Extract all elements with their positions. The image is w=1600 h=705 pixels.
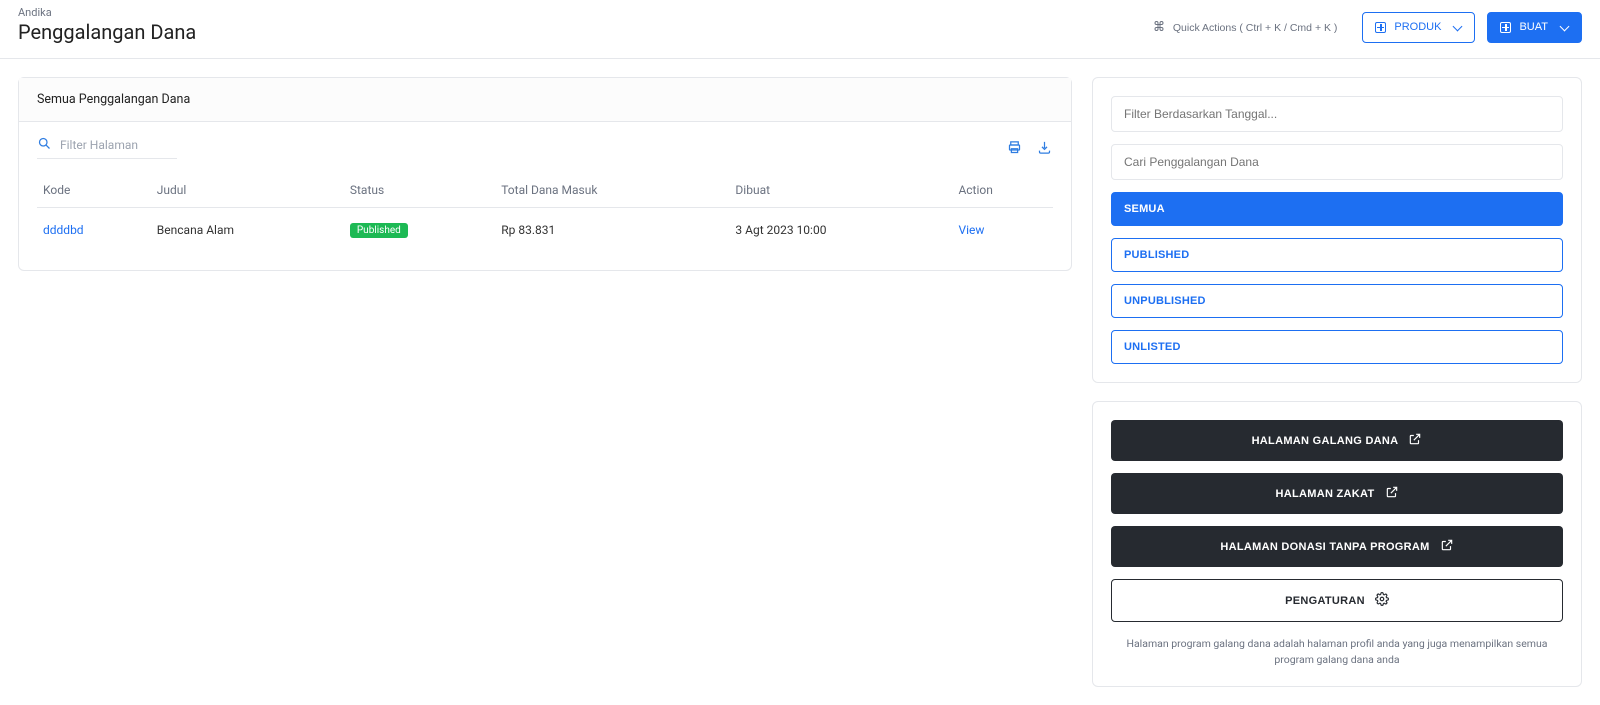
col-status: Status — [344, 173, 495, 208]
halaman-donasi-button[interactable]: HALAMAN DONASI TANPA PROGRAM — [1111, 526, 1563, 567]
halaman-galang-button[interactable]: HALAMAN GALANG DANA — [1111, 420, 1563, 461]
pengaturan-button[interactable]: PENGATURAN — [1111, 579, 1563, 622]
tab-semua[interactable]: SEMUA — [1111, 192, 1563, 226]
external-link-icon — [1408, 432, 1422, 449]
col-action: Action — [952, 173, 1053, 208]
table-row: ddddbd Bencana Alam Published Rp 83.831 … — [37, 208, 1053, 253]
filter-card: SEMUA PUBLISHED UNPUBLISHED UNLISTED — [1092, 77, 1582, 383]
halaman-zakat-button[interactable]: HALAMAN ZAKAT — [1111, 473, 1563, 514]
row-kode-link[interactable]: ddddbd — [43, 223, 84, 237]
side-hint: Halaman program galang dana adalah halam… — [1111, 636, 1563, 668]
chevron-down-icon — [1453, 23, 1462, 32]
external-link-icon — [1440, 538, 1454, 555]
col-judul: Judul — [151, 173, 344, 208]
quick-actions-button[interactable]: Quick Actions ( Ctrl + K / Cmd + K ) — [1140, 12, 1351, 43]
col-dibuat: Dibuat — [729, 173, 952, 208]
quick-actions-label: Quick Actions ( Ctrl + K / Cmd + K ) — [1173, 22, 1338, 34]
product-dropdown[interactable]: PRODUK — [1362, 12, 1475, 43]
chevron-down-icon — [1560, 23, 1569, 32]
list-card: Semua Penggalangan Dana Filter Halaman — [18, 77, 1072, 271]
tab-published[interactable]: PUBLISHED — [1111, 238, 1563, 272]
product-label: PRODUK — [1394, 22, 1441, 33]
create-label: BUAT — [1519, 22, 1548, 33]
halaman-galang-label: HALAMAN GALANG DANA — [1252, 435, 1399, 447]
gear-icon — [1375, 592, 1389, 609]
tab-unpublished[interactable]: UNPUBLISHED — [1111, 284, 1563, 318]
download-button[interactable] — [1035, 139, 1053, 157]
search-input[interactable] — [1111, 144, 1563, 180]
search-icon — [37, 136, 52, 154]
breadcrumb[interactable]: Andika — [18, 6, 196, 19]
list-card-title: Semua Penggalangan Dana — [19, 78, 1071, 122]
col-total: Total Dana Masuk — [495, 173, 729, 208]
halaman-donasi-label: HALAMAN DONASI TANPA PROGRAM — [1220, 541, 1429, 553]
data-table: Kode Judul Status Total Dana Masuk Dibua… — [37, 173, 1053, 252]
pengaturan-label: PENGATURAN — [1285, 595, 1365, 607]
plus-box-icon — [1500, 22, 1511, 33]
print-button[interactable] — [1005, 139, 1023, 157]
status-badge: Published — [350, 223, 408, 238]
row-view-link[interactable]: View — [958, 223, 984, 237]
side-actions-card: HALAMAN GALANG DANA HALAMAN ZAKAT HALAMA… — [1092, 401, 1582, 687]
plus-box-icon — [1375, 22, 1386, 33]
tab-unlisted[interactable]: UNLISTED — [1111, 330, 1563, 364]
date-filter-input[interactable] — [1111, 96, 1563, 132]
filter-halaman-placeholder: Filter Halaman — [60, 138, 138, 152]
page-title: Penggalangan Dana — [18, 20, 196, 44]
filter-halaman-input[interactable]: Filter Halaman — [37, 136, 177, 159]
row-dibuat: 3 Agt 2023 10:00 — [729, 208, 952, 253]
create-dropdown[interactable]: BUAT — [1487, 12, 1582, 43]
command-icon — [1153, 20, 1165, 35]
row-judul: Bencana Alam — [151, 208, 344, 253]
external-link-icon — [1385, 485, 1399, 502]
col-kode: Kode — [37, 173, 151, 208]
row-total: Rp 83.831 — [495, 208, 729, 253]
halaman-zakat-label: HALAMAN ZAKAT — [1275, 488, 1374, 500]
